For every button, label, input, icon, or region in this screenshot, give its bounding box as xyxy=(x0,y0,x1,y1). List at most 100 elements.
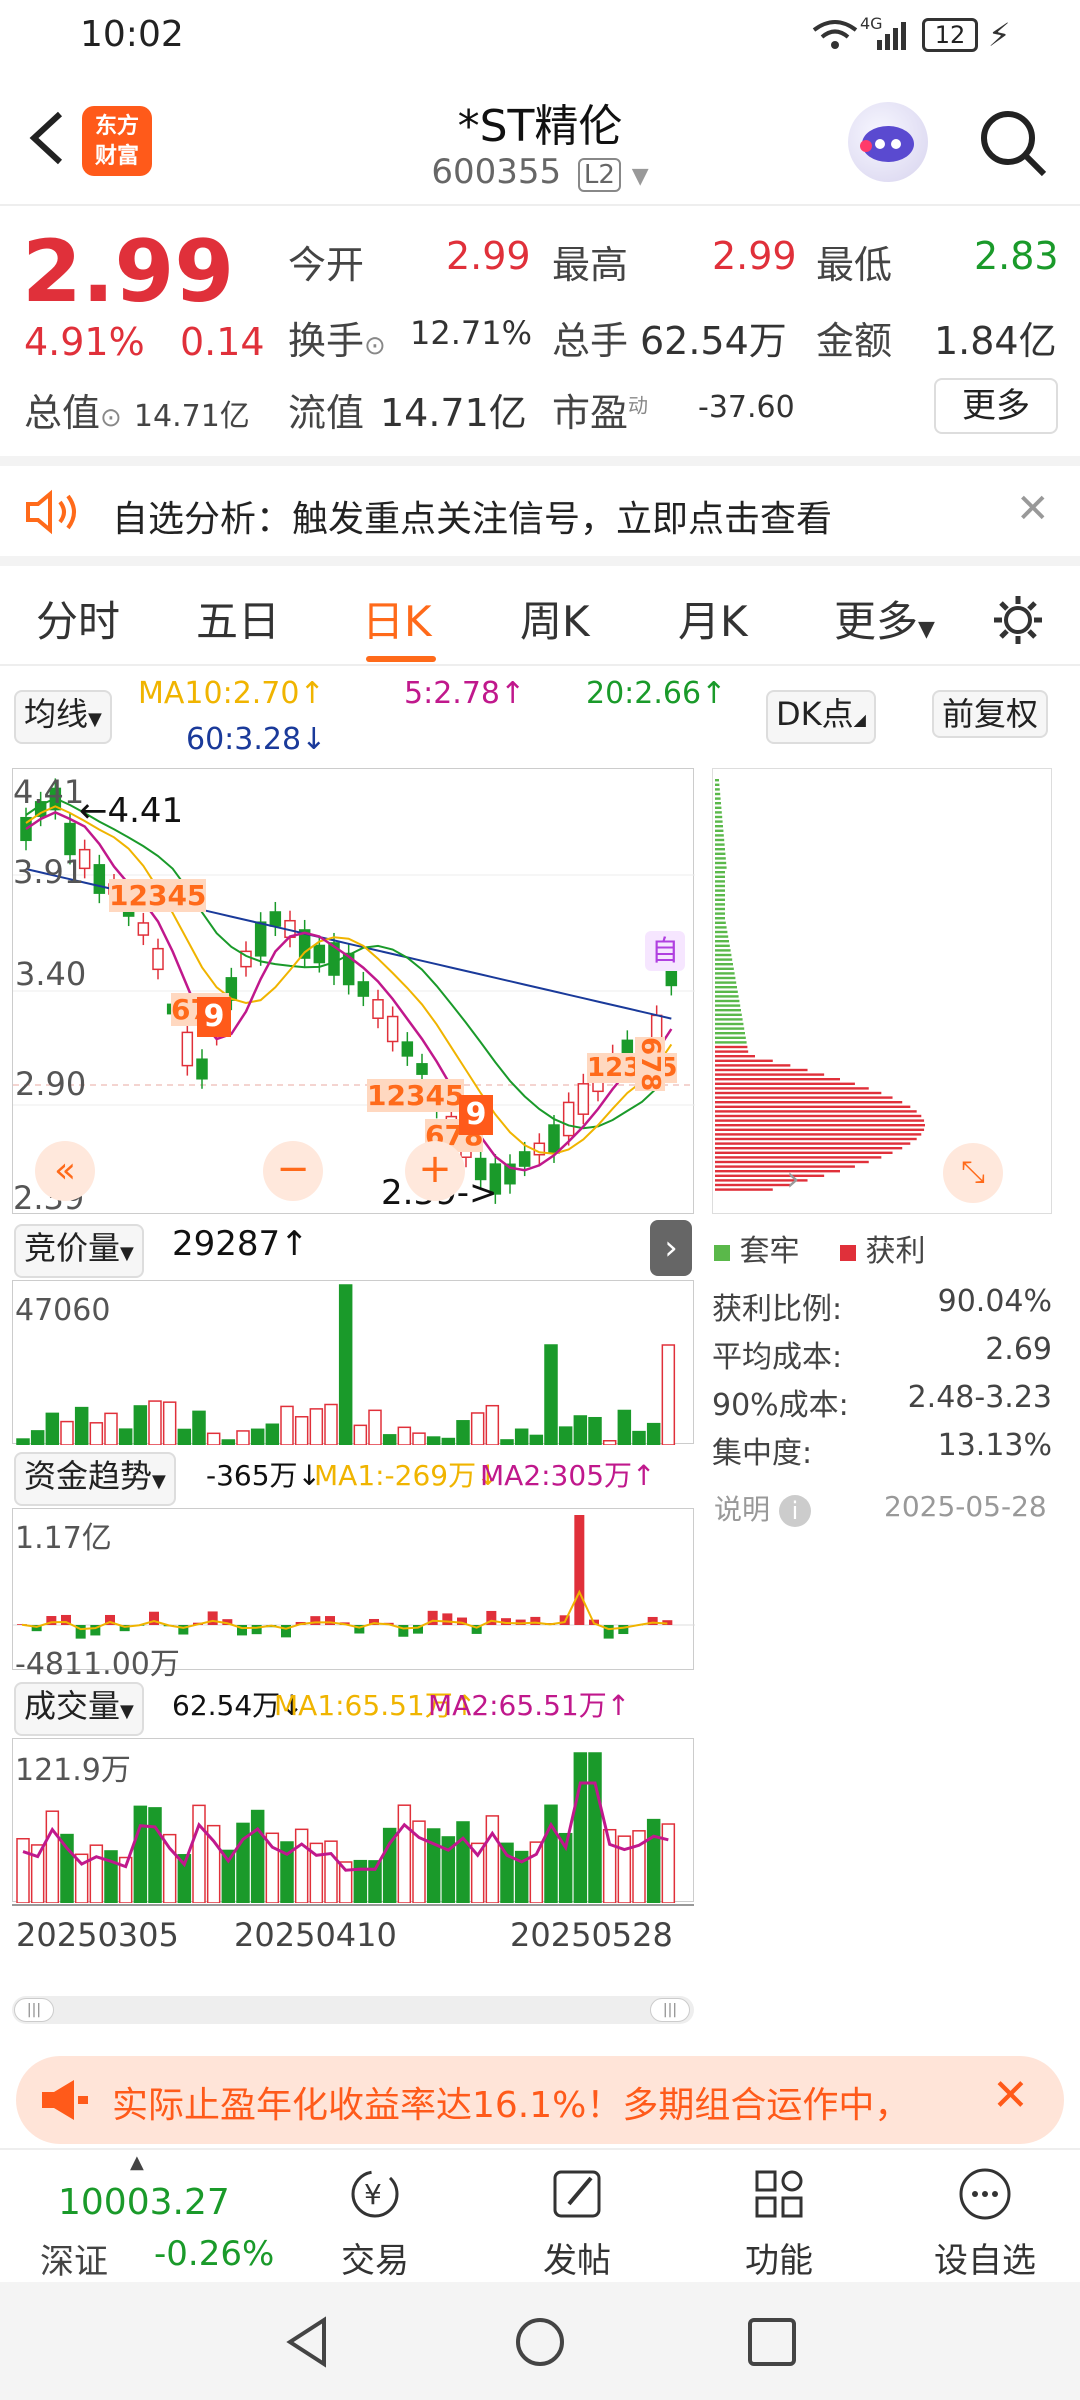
kline-chart[interactable]: 4.41 3.91 3.40 2.90 2.39 ←4.41 2.39-> 自 … xyxy=(12,768,695,1217)
chip-bar xyxy=(715,1119,925,1122)
battery-icon: 12 xyxy=(922,18,978,52)
range-handle-right[interactable]: ||| xyxy=(650,1998,690,2022)
ad-banner[interactable]: 实际止盈年化收益率达16.1%！多期组合运作中， ✕ xyxy=(16,2056,1064,2144)
chip-bar xyxy=(715,843,725,846)
chip-bar xyxy=(715,1036,746,1039)
volume-bar xyxy=(45,1810,60,1904)
chip-bar xyxy=(715,838,725,842)
auction-bar xyxy=(558,1426,573,1446)
nav-post[interactable]: 发帖 xyxy=(522,2164,632,2282)
range-handle-left[interactable]: ||| xyxy=(14,1998,54,2022)
auction-bar xyxy=(602,1440,617,1446)
chip-bar xyxy=(715,1073,825,1076)
y-label-3: 3.40 xyxy=(15,955,87,993)
expand-icon[interactable]: ⤡ xyxy=(943,1143,1003,1203)
adjust-button[interactable]: 前复权 xyxy=(932,690,1049,738)
chip-note[interactable]: 说明 i xyxy=(714,1488,811,1528)
banner-text: 自选分析：触发重点关注信号，立即点击查看 xyxy=(112,499,833,540)
chevron-right-icon[interactable]: › xyxy=(763,1149,823,1209)
volume-bar xyxy=(162,1833,177,1904)
y-label-2: 3.91 xyxy=(13,853,85,891)
candle-body xyxy=(93,864,106,894)
auction-bar xyxy=(412,1432,426,1446)
auction-bar xyxy=(192,1410,206,1446)
chip-bar xyxy=(715,1128,925,1131)
chip-bar xyxy=(715,848,725,851)
volume-bar xyxy=(250,1809,265,1904)
auction-bar xyxy=(500,1439,514,1446)
nav-trade[interactable]: ¥ 交易 xyxy=(320,2164,430,2282)
header: 东方 财富 *ST精伦 600355 L2 ▼ xyxy=(0,72,1080,206)
tab-yuek[interactable]: 月K xyxy=(678,588,748,649)
tab-fenshi[interactable]: 分时 xyxy=(36,588,120,649)
close-icon[interactable]: ✕ xyxy=(1016,486,1050,532)
nav-functions[interactable]: 功能 xyxy=(724,2164,834,2282)
speaker-icon xyxy=(24,488,84,536)
chip-bar xyxy=(715,912,725,915)
candle-body xyxy=(577,1083,590,1115)
volume-selector[interactable]: 成交量▼ xyxy=(14,1682,144,1736)
period-tabs: 分时 五日 日K 周K 月K 更多▼ xyxy=(0,556,1080,666)
scroll-left-icon[interactable]: « xyxy=(35,1141,95,1201)
ma10-label: MA10:2.70↑ xyxy=(138,676,325,711)
nine-marker-2: 9 xyxy=(459,1095,493,1135)
ad-close-icon[interactable]: ✕ xyxy=(992,2070,1029,2121)
system-back-icon[interactable] xyxy=(280,2314,336,2374)
high-annotation: ←4.41 xyxy=(79,791,184,831)
chip-bar xyxy=(715,1114,922,1118)
tab-zhouk[interactable]: 周K xyxy=(520,588,590,649)
auction-bar xyxy=(45,1412,60,1446)
dk-point-button[interactable]: DK点◢ xyxy=(766,690,876,744)
turnover-label: 换手⊙ xyxy=(288,319,386,363)
pe-label: 市盈动 xyxy=(552,391,649,435)
collapse-arrow-icon[interactable]: › xyxy=(650,1220,692,1276)
signal-banner[interactable]: 自选分析：触发重点关注信号，立即点击查看 ✕ xyxy=(0,456,1080,556)
change-amount: 0.14 xyxy=(180,320,265,364)
auction-bar xyxy=(588,1416,602,1446)
chip-bar xyxy=(715,857,726,860)
index-value[interactable]: 10003.27 xyxy=(58,2182,230,2223)
auction-selector[interactable]: 竞价量▼ xyxy=(14,1224,144,1278)
tab-wuri[interactable]: 五日 xyxy=(196,588,280,649)
more-button[interactable]: 更多 xyxy=(934,378,1058,434)
chip-stats: 获利比例: 90.04% 平均成本: 2.69 90%成本: 2.48-3.23 集中… xyxy=(712,1284,1052,1476)
settings-gear-icon[interactable] xyxy=(990,592,1046,648)
volume-bar xyxy=(192,1804,206,1904)
auto-badge[interactable]: 自 xyxy=(645,931,685,971)
system-home-icon[interactable] xyxy=(512,2314,568,2374)
chip-bar xyxy=(715,783,720,786)
auction-ymax: 47060 xyxy=(15,1293,111,1328)
auction-bar xyxy=(470,1412,485,1446)
tab-more[interactable]: 更多▼ xyxy=(834,588,935,649)
fund-selector[interactable]: 资金趋势▼ xyxy=(14,1452,176,1506)
chip-bar xyxy=(715,820,723,823)
volume-bar xyxy=(133,1805,148,1904)
fund-chart: 1.17亿 -4811.00万 xyxy=(12,1508,695,1682)
auction-bar xyxy=(368,1409,382,1446)
chip-bar xyxy=(715,1055,755,1058)
chip-bar xyxy=(715,1096,893,1099)
low-label: 最低 xyxy=(816,243,893,287)
mcap-label: 总值 xyxy=(24,391,101,435)
auction-bar xyxy=(104,1412,118,1446)
chip-bar xyxy=(715,815,723,819)
robot-assistant-icon[interactable] xyxy=(848,102,928,182)
nine-marker-1: 9 xyxy=(197,997,231,1037)
chip-bar xyxy=(715,894,725,897)
tab-rik[interactable]: 日K xyxy=(362,588,432,649)
chip-distribution-chart[interactable]: › ⤡ xyxy=(712,768,1052,1214)
fund-ma2: MA2:305万↑ xyxy=(480,1459,656,1492)
ma-selector[interactable]: 均线▼ xyxy=(14,690,112,744)
ma5-label: 5:2.78↑ xyxy=(404,676,526,711)
chip-bar xyxy=(715,1018,743,1021)
system-recents-icon[interactable] xyxy=(744,2314,800,2374)
system-nav-bar xyxy=(0,2282,1080,2400)
nav-add-watchlist[interactable]: 设自选 xyxy=(920,2164,1050,2282)
candle-body xyxy=(64,822,76,856)
zoom-in-icon[interactable]: + xyxy=(405,1141,465,1201)
range-slider[interactable]: ||| ||| xyxy=(12,1996,694,2024)
quote-panel: 2.99 4.91% 0.14 总值⊙ 14.71亿 今开 2.99 最高 2.… xyxy=(0,206,1080,456)
search-icon[interactable] xyxy=(978,108,1048,178)
signal-icon xyxy=(875,20,911,54)
zoom-out-icon[interactable]: − xyxy=(263,1141,323,1201)
